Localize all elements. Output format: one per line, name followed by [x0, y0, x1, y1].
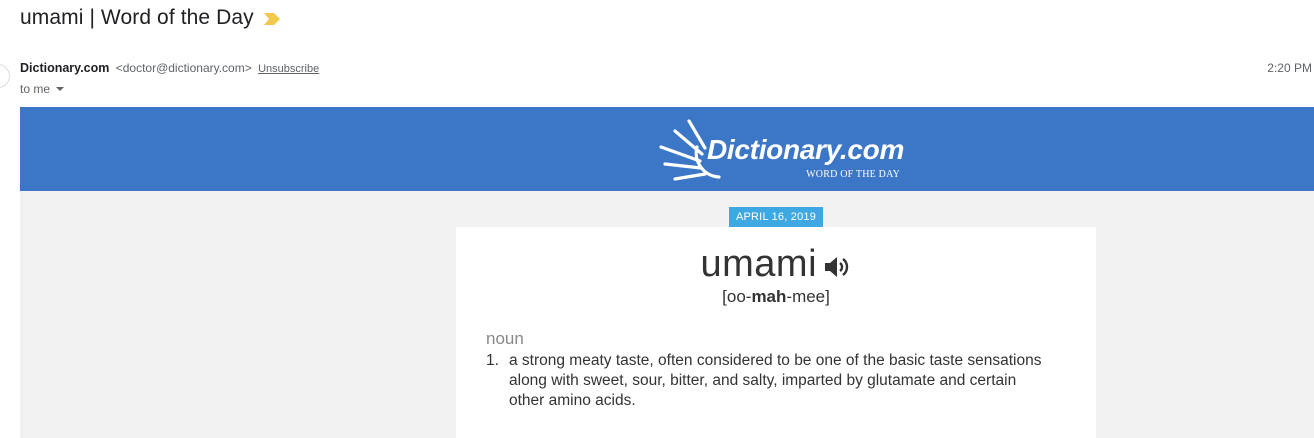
pronunciation: [oo-mah-mee]: [456, 287, 1096, 307]
logo-wordmark: Dictionary.com: [707, 134, 905, 165]
definition-number: 1.: [486, 352, 499, 369]
logo-tagline: WORD OF THE DAY: [806, 169, 900, 180]
caret-down-icon[interactable]: [56, 87, 65, 91]
pron-syllable-3: -mee: [786, 287, 826, 306]
speaker-icon[interactable]: [823, 254, 851, 280]
word-card: umami [oo-mah-mee] noun 1. a strong meat…: [456, 227, 1096, 438]
date-badge: APRIL 16, 2019: [729, 207, 823, 227]
sender-name: Dictionary.com: [20, 61, 110, 75]
dictionary-logo[interactable]: Dictionary.com WORD OF THE DAY: [655, 117, 904, 185]
definition-text: a strong meaty taste, often considered t…: [509, 352, 1042, 409]
definition-item: 1. a strong meaty taste, often considere…: [486, 351, 1076, 411]
email-timestamp: 2:20 PM: [1267, 61, 1312, 75]
recipient-details-toggle[interactable]: to me: [20, 82, 65, 96]
email-body: Dictionary.com WORD OF THE DAY APRIL 16,…: [20, 107, 1314, 438]
pron-syllable-1: oo-: [726, 287, 752, 306]
headword-row: umami: [456, 243, 1096, 286]
sender-avatar[interactable]: [0, 64, 10, 88]
pron-stressed-syllable: mah: [751, 287, 787, 306]
sender-row: Dictionary.com <doctor@dictionary.com> U…: [20, 61, 319, 75]
email-subject-row: umami | Word of the Day: [20, 4, 280, 32]
unsubscribe-link[interactable]: Unsubscribe: [258, 63, 319, 75]
dictionary-banner: Dictionary.com WORD OF THE DAY: [20, 107, 1314, 191]
pron-close-bracket: ]: [825, 287, 830, 306]
email-subject: umami | Word of the Day: [20, 6, 254, 29]
headword: umami: [700, 243, 818, 285]
recipient-label: to me: [20, 82, 51, 96]
part-of-speech: noun: [486, 329, 524, 348]
sender-email: <doctor@dictionary.com>: [115, 61, 252, 75]
importance-marker-icon[interactable]: [263, 13, 280, 25]
